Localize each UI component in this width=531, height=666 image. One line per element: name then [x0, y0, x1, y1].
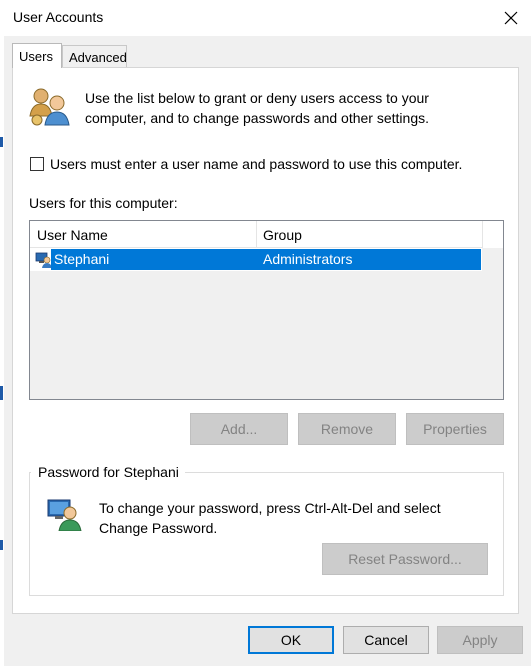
users-listview[interactable]: User Name Group Stephani Administrators: [29, 220, 504, 400]
apply-button[interactable]: Apply: [437, 626, 523, 654]
table-row[interactable]: Stephani Administrators: [30, 248, 482, 271]
tab-users[interactable]: Users: [12, 43, 62, 68]
background-window-edge: [0, 36, 4, 666]
user-accounts-dialog: User Accounts Users Advanced Use the lis…: [0, 0, 531, 666]
ok-button[interactable]: OK: [248, 626, 334, 654]
tab-advanced[interactable]: Advanced: [62, 45, 127, 69]
users-list-label: Users for this computer:: [29, 195, 178, 211]
require-login-label[interactable]: Users must enter a user name and passwor…: [50, 156, 462, 172]
properties-button[interactable]: Properties: [406, 413, 504, 445]
background-window-mark: [0, 540, 3, 550]
column-header-group[interactable]: Group: [256, 221, 482, 248]
listview-header-filler: [482, 221, 503, 248]
close-button[interactable]: [491, 0, 531, 36]
tab-advanced-label: Advanced: [69, 50, 127, 65]
column-header-group-label: Group: [263, 227, 302, 243]
password-groupbox-title: Password for Stephani: [31, 464, 185, 480]
column-header-user-name-label: User Name: [37, 227, 108, 243]
user-key-icon: [47, 499, 82, 531]
tab-users-label: Users: [19, 49, 53, 64]
background-window-mark: [0, 137, 3, 147]
users-icon: [29, 88, 70, 126]
remove-user-button[interactable]: Remove: [298, 413, 396, 445]
window-title: User Accounts: [13, 9, 104, 25]
cell-user-name: Stephani: [54, 251, 110, 267]
add-user-button[interactable]: Add...: [190, 413, 288, 445]
require-login-checkbox[interactable]: [30, 157, 44, 171]
close-icon: [504, 11, 518, 25]
cancel-button[interactable]: Cancel: [343, 626, 429, 654]
title-bar[interactable]: User Accounts: [0, 0, 531, 36]
listview-header: User Name Group: [30, 221, 482, 248]
cell-group: Administrators: [263, 251, 353, 267]
require-login-checkbox-row[interactable]: Users must enter a user name and passwor…: [30, 156, 462, 172]
info-text: Use the list below to grant or deny user…: [85, 90, 429, 126]
password-instructions: To change your password, press Ctrl-Alt-…: [99, 500, 441, 536]
background-window-mark: [0, 386, 3, 400]
user-admin-icon: [35, 252, 52, 268]
column-header-user-name[interactable]: User Name: [30, 221, 256, 248]
reset-password-button[interactable]: Reset Password...: [322, 543, 488, 575]
